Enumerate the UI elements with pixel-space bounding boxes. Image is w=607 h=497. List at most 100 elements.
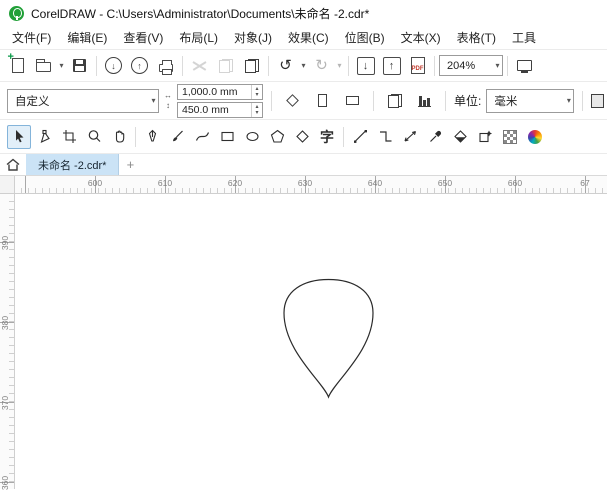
preset-dropdown-arrow-icon[interactable]: ▾ — [149, 96, 158, 105]
pick-tool[interactable] — [7, 124, 31, 149]
bezier-tool[interactable] — [190, 125, 214, 149]
publish-to-pdf-button[interactable]: PDF — [405, 53, 430, 78]
paste-button[interactable] — [239, 53, 264, 78]
pan-tool[interactable] — [107, 125, 131, 149]
shape-node-icon — [40, 129, 50, 144]
title-bar: CorelDRAW - C:\Users\Administrator\Docum… — [0, 0, 607, 26]
drawn-shape[interactable] — [283, 278, 374, 399]
current-page-button[interactable] — [412, 88, 437, 113]
curve-icon — [195, 132, 209, 141]
page-dimensions-icon: ↔ ↕ — [164, 91, 172, 110]
v-ruler-label: 370 — [0, 395, 10, 411]
fullscreen-preview-button[interactable] — [512, 53, 537, 78]
save-button[interactable] — [67, 53, 92, 78]
print-button[interactable] — [153, 53, 178, 78]
open-dropdown-arrow-icon[interactable]: ▾ — [57, 61, 66, 70]
coreldraw-logo-icon — [9, 5, 24, 21]
export-button[interactable]: ↑ — [379, 53, 404, 78]
eyedropper-tool[interactable] — [423, 125, 447, 149]
page-width-spinner[interactable]: ▴ ▾ — [251, 84, 262, 99]
new-document-button[interactable]: + — [5, 52, 30, 78]
undo-button[interactable]: ↺ — [273, 53, 298, 78]
save-to-cloud-button[interactable]: ↑ — [127, 53, 152, 78]
polygon-tool[interactable] — [265, 125, 289, 149]
page-width-field[interactable]: 1,000.0 mm ▴ ▾ — [177, 83, 263, 100]
redo-dropdown-arrow-icon[interactable]: ▾ — [335, 61, 344, 70]
page-height-value: 450.0 mm — [182, 103, 229, 116]
zoom-level-combobox[interactable]: 204% ▾ — [439, 55, 503, 76]
rectangle-icon — [220, 131, 234, 142]
h-ruler-label: 650 — [437, 178, 453, 188]
undo-dropdown-arrow-icon[interactable]: ▾ — [299, 61, 308, 70]
zoom-tool[interactable] — [82, 125, 106, 149]
more-tools[interactable] — [523, 125, 547, 149]
freehand-tool[interactable] — [140, 125, 164, 149]
canvas-layer — [283, 278, 374, 399]
document-tab-active[interactable]: 未命名 -2.cdr* — [26, 154, 120, 175]
landscape-orientation-button[interactable] — [340, 88, 365, 113]
home-tab-button[interactable] — [0, 154, 26, 175]
interactive-fill-tool[interactable] — [448, 125, 472, 149]
toolbox-separator — [135, 126, 136, 147]
units-combobox[interactable]: 毫米 ▾ — [486, 88, 575, 113]
ruler-origin-corner[interactable] — [0, 176, 15, 194]
line-icon — [353, 130, 367, 143]
copy-button[interactable] — [213, 53, 238, 78]
page-height-spinner[interactable]: ▴ ▾ — [251, 102, 262, 117]
menu-view[interactable]: 查看(V) — [115, 26, 171, 49]
page-angle-button[interactable] — [280, 88, 305, 113]
color-wheel-icon — [528, 129, 542, 144]
page-height-field[interactable]: 450.0 mm ▴ ▾ — [177, 101, 263, 118]
new-document-tab-button[interactable]: + — [119, 154, 141, 175]
property-bar: 自定义 ▾ ↔ ↕ 1,000.0 mm ▴ ▾ 450.0 mm ▴ ▾ 单位… — [0, 82, 607, 120]
spinner-down-icon[interactable]: ▾ — [252, 110, 262, 116]
all-pages-button[interactable] — [382, 88, 407, 113]
menu-object[interactable]: 对象(J) — [226, 26, 280, 49]
portrait-orientation-button[interactable] — [310, 88, 335, 113]
import-button[interactable]: ↓ — [353, 53, 378, 78]
units-dropdown-arrow-icon[interactable]: ▾ — [564, 96, 573, 105]
common-shapes-tool[interactable] — [290, 125, 314, 149]
polygon-icon — [270, 129, 284, 143]
cut-button[interactable] — [187, 53, 212, 78]
v-ruler-label: 390 — [0, 235, 10, 251]
spinner-down-icon[interactable]: ▾ — [252, 92, 262, 98]
menu-bitmaps[interactable]: 位图(B) — [337, 26, 393, 49]
menu-table[interactable]: 表格(T) — [449, 26, 504, 49]
connector-tool[interactable] — [373, 125, 397, 149]
standard-toolbar: + ▾ ↓ ↑ ↺ ▾ ↻ ▾ ↓ ↑ PDF 204% ▾ — [0, 49, 607, 82]
nudge-distance-button[interactable] — [591, 89, 605, 113]
ellipse-tool[interactable] — [240, 125, 264, 149]
undo-icon: ↺ — [279, 57, 292, 74]
shape-tool[interactable] — [32, 125, 56, 149]
menu-tools[interactable]: 工具 — [504, 26, 544, 49]
page-preset-combobox[interactable]: 自定义 ▾ — [7, 88, 159, 113]
redo-button[interactable]: ↻ — [309, 53, 334, 78]
horizontal-ruler[interactable]: 600 610 620 630 640 650 660 67 — [15, 176, 607, 194]
menu-file[interactable]: 文件(F) — [4, 26, 59, 49]
toolbar-separator — [507, 55, 508, 76]
open-button[interactable] — [31, 53, 56, 78]
zoom-dropdown-arrow-icon[interactable]: ▾ — [493, 61, 502, 70]
menu-edit[interactable]: 编辑(E) — [59, 26, 115, 49]
dimension-tool[interactable] — [398, 125, 422, 149]
h-ruler-label: 67 — [580, 178, 590, 188]
text-tool[interactable]: 字 — [315, 125, 339, 149]
h-ruler-label: 620 — [227, 178, 243, 188]
transparency-tool[interactable] — [498, 125, 522, 149]
menu-effects[interactable]: 效果(C) — [280, 26, 337, 49]
units-value: 毫米 — [494, 95, 518, 108]
vertical-ruler[interactable]: 390 380 370 360 — [0, 194, 15, 490]
artistic-media-tool[interactable] — [165, 125, 189, 149]
rectangle-tool[interactable] — [215, 125, 239, 149]
open-from-cloud-button[interactable]: ↓ — [101, 53, 126, 78]
menu-layout[interactable]: 布局(L) — [171, 26, 226, 49]
smart-fill-tool[interactable] — [473, 125, 497, 149]
h-ruler-label: 610 — [157, 178, 173, 188]
drawing-canvas[interactable] — [15, 194, 607, 489]
menu-text[interactable]: 文本(X) — [393, 26, 449, 49]
line-tool[interactable] — [348, 125, 372, 149]
magnifier-icon — [88, 130, 100, 142]
connector-icon — [379, 131, 391, 142]
crop-tool[interactable] — [57, 125, 81, 149]
